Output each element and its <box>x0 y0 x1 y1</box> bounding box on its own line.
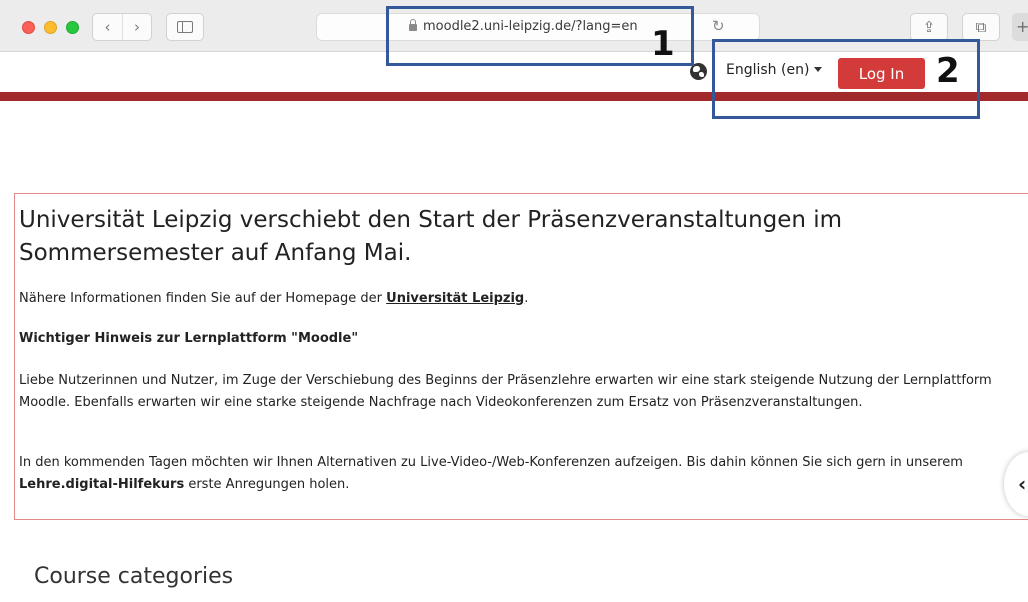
notice-subheading: Wichtiger Hinweis zur Lernplattform "Moo… <box>19 331 359 346</box>
info-text: Nähere Informationen finden Sie auf der … <box>19 291 387 306</box>
zoom-window-button[interactable] <box>66 21 79 34</box>
share-icon: ⇪ <box>922 18 936 36</box>
notice-paragraph-info: Nähere Informationen finden Sie auf der … <box>19 291 528 306</box>
nav-buttons: ‹ › <box>92 13 152 41</box>
hilfekurs-link[interactable]: Lehre.digital-Hilfekurs <box>19 477 184 492</box>
annotation-box-1 <box>386 6 694 66</box>
reload-icon[interactable]: ↻ <box>712 17 725 35</box>
uni-leipzig-link[interactable]: Universität Leipzig <box>386 291 524 306</box>
notice-paragraph-body: Liebe Nutzerinnen und Nutzer, im Zuge de… <box>19 373 992 410</box>
tabs-icon: ⧉ <box>975 18 987 36</box>
new-tab-button[interactable]: + <box>1012 13 1028 41</box>
back-button[interactable]: ‹ <box>93 14 122 40</box>
share-button[interactable]: ⇪ <box>910 13 948 41</box>
alternatives-text: In den kommenden Tagen möchten wir Ihnen… <box>19 455 963 470</box>
alternatives-suffix: erste Anregungen holen. <box>184 477 350 492</box>
close-window-button[interactable] <box>22 21 35 34</box>
plus-icon: + <box>1016 17 1028 36</box>
show-tabs-button[interactable]: ⧉ <box>962 13 1000 41</box>
minimize-window-button[interactable] <box>44 21 57 34</box>
sidebar-toggle-button[interactable] <box>166 13 204 41</box>
annotation-number-1: 1 <box>651 24 675 64</box>
notice-title: Universität Leipzig verschiebt den Start… <box>19 207 843 266</box>
course-categories-heading: Course categories <box>34 564 234 589</box>
forward-button[interactable]: › <box>121 14 151 40</box>
sidebar-icon <box>177 21 193 33</box>
notice-paragraph-alternatives: In den kommenden Tagen möchten wir Ihnen… <box>19 452 1009 496</box>
annotation-number-2: 2 <box>936 51 960 91</box>
chevron-left-icon: ‹ <box>1018 472 1027 496</box>
info-suffix: . <box>524 291 529 306</box>
